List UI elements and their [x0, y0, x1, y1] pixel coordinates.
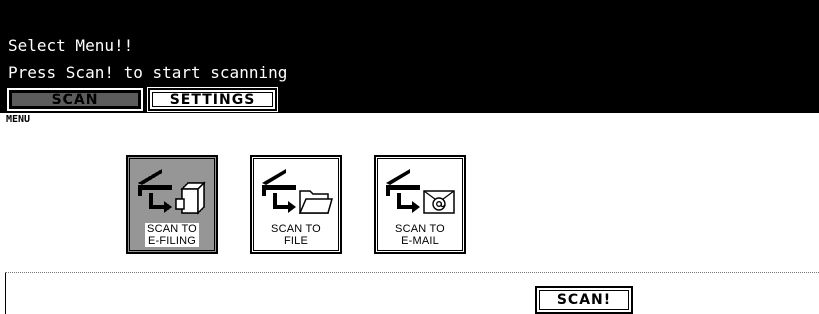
scan-to-file-button[interactable]: SCAN TO FILE	[250, 155, 342, 254]
dotted-separator	[5, 272, 819, 273]
scan-start-button-label: SCAN!	[556, 292, 612, 308]
tab-settings[interactable]: SETTINGS	[148, 88, 277, 111]
message-header: Select Menu!! Press Scan! to start scann…	[0, 0, 819, 113]
tab-settings-label: SETTINGS	[169, 91, 256, 108]
scan-to-file-label-line1: SCAN TO	[271, 223, 321, 235]
scan-to-efiling-label-line2: E-FILING	[147, 235, 197, 247]
tab-scan[interactable]: SCAN	[7, 88, 143, 111]
scan-start-button[interactable]: SCAN!	[535, 286, 633, 314]
menu-label: MENU	[6, 114, 31, 125]
scan-to-email-label-line1: SCAN TO	[395, 223, 445, 235]
scan-to-email-label-line2: E-MAIL	[401, 235, 439, 247]
scan-to-file-icon	[262, 169, 333, 214]
scan-to-file-label-line2: FILE	[283, 235, 309, 247]
panel-left-border	[5, 273, 6, 314]
scan-to-email-icon	[386, 169, 455, 214]
scan-to-efiling-label-line1: SCAN TO	[147, 223, 197, 235]
header-message-line2: Press Scan! to start scanning	[8, 63, 288, 82]
header-message-line1: Select Menu!!	[8, 36, 134, 55]
scan-to-efiling-icon	[138, 169, 206, 215]
tab-scan-label: SCAN	[51, 91, 99, 108]
scan-to-email-button[interactable]: SCAN TO E-MAIL	[374, 155, 466, 254]
scan-to-efiling-button[interactable]: SCAN TO E-FILING	[126, 155, 218, 254]
